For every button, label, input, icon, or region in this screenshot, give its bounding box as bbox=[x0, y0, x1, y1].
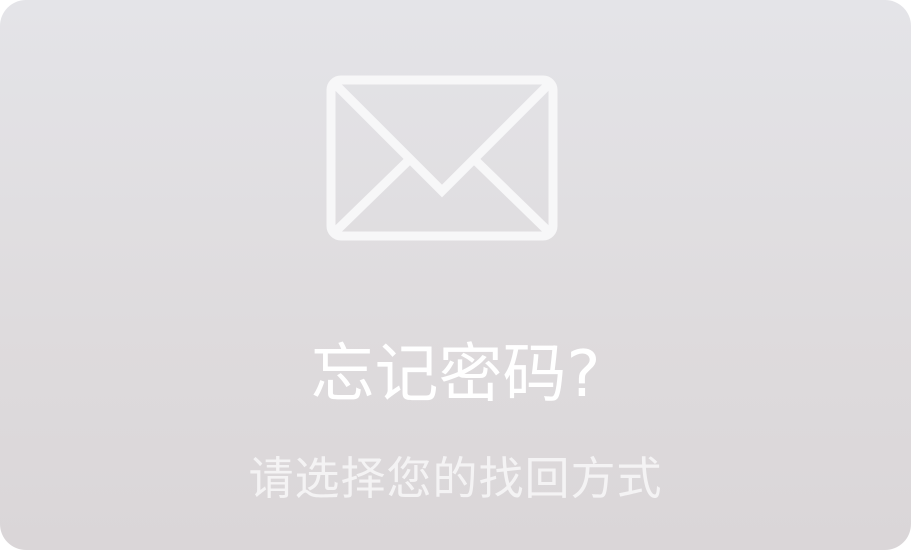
envelope-icon bbox=[326, 75, 558, 241]
forgot-password-card: 忘记密码? 请选择您的找回方式 bbox=[0, 0, 911, 550]
recovery-method-prompt: 请选择您的找回方式 bbox=[248, 452, 663, 505]
page-title: 忘记密码? bbox=[310, 338, 601, 412]
